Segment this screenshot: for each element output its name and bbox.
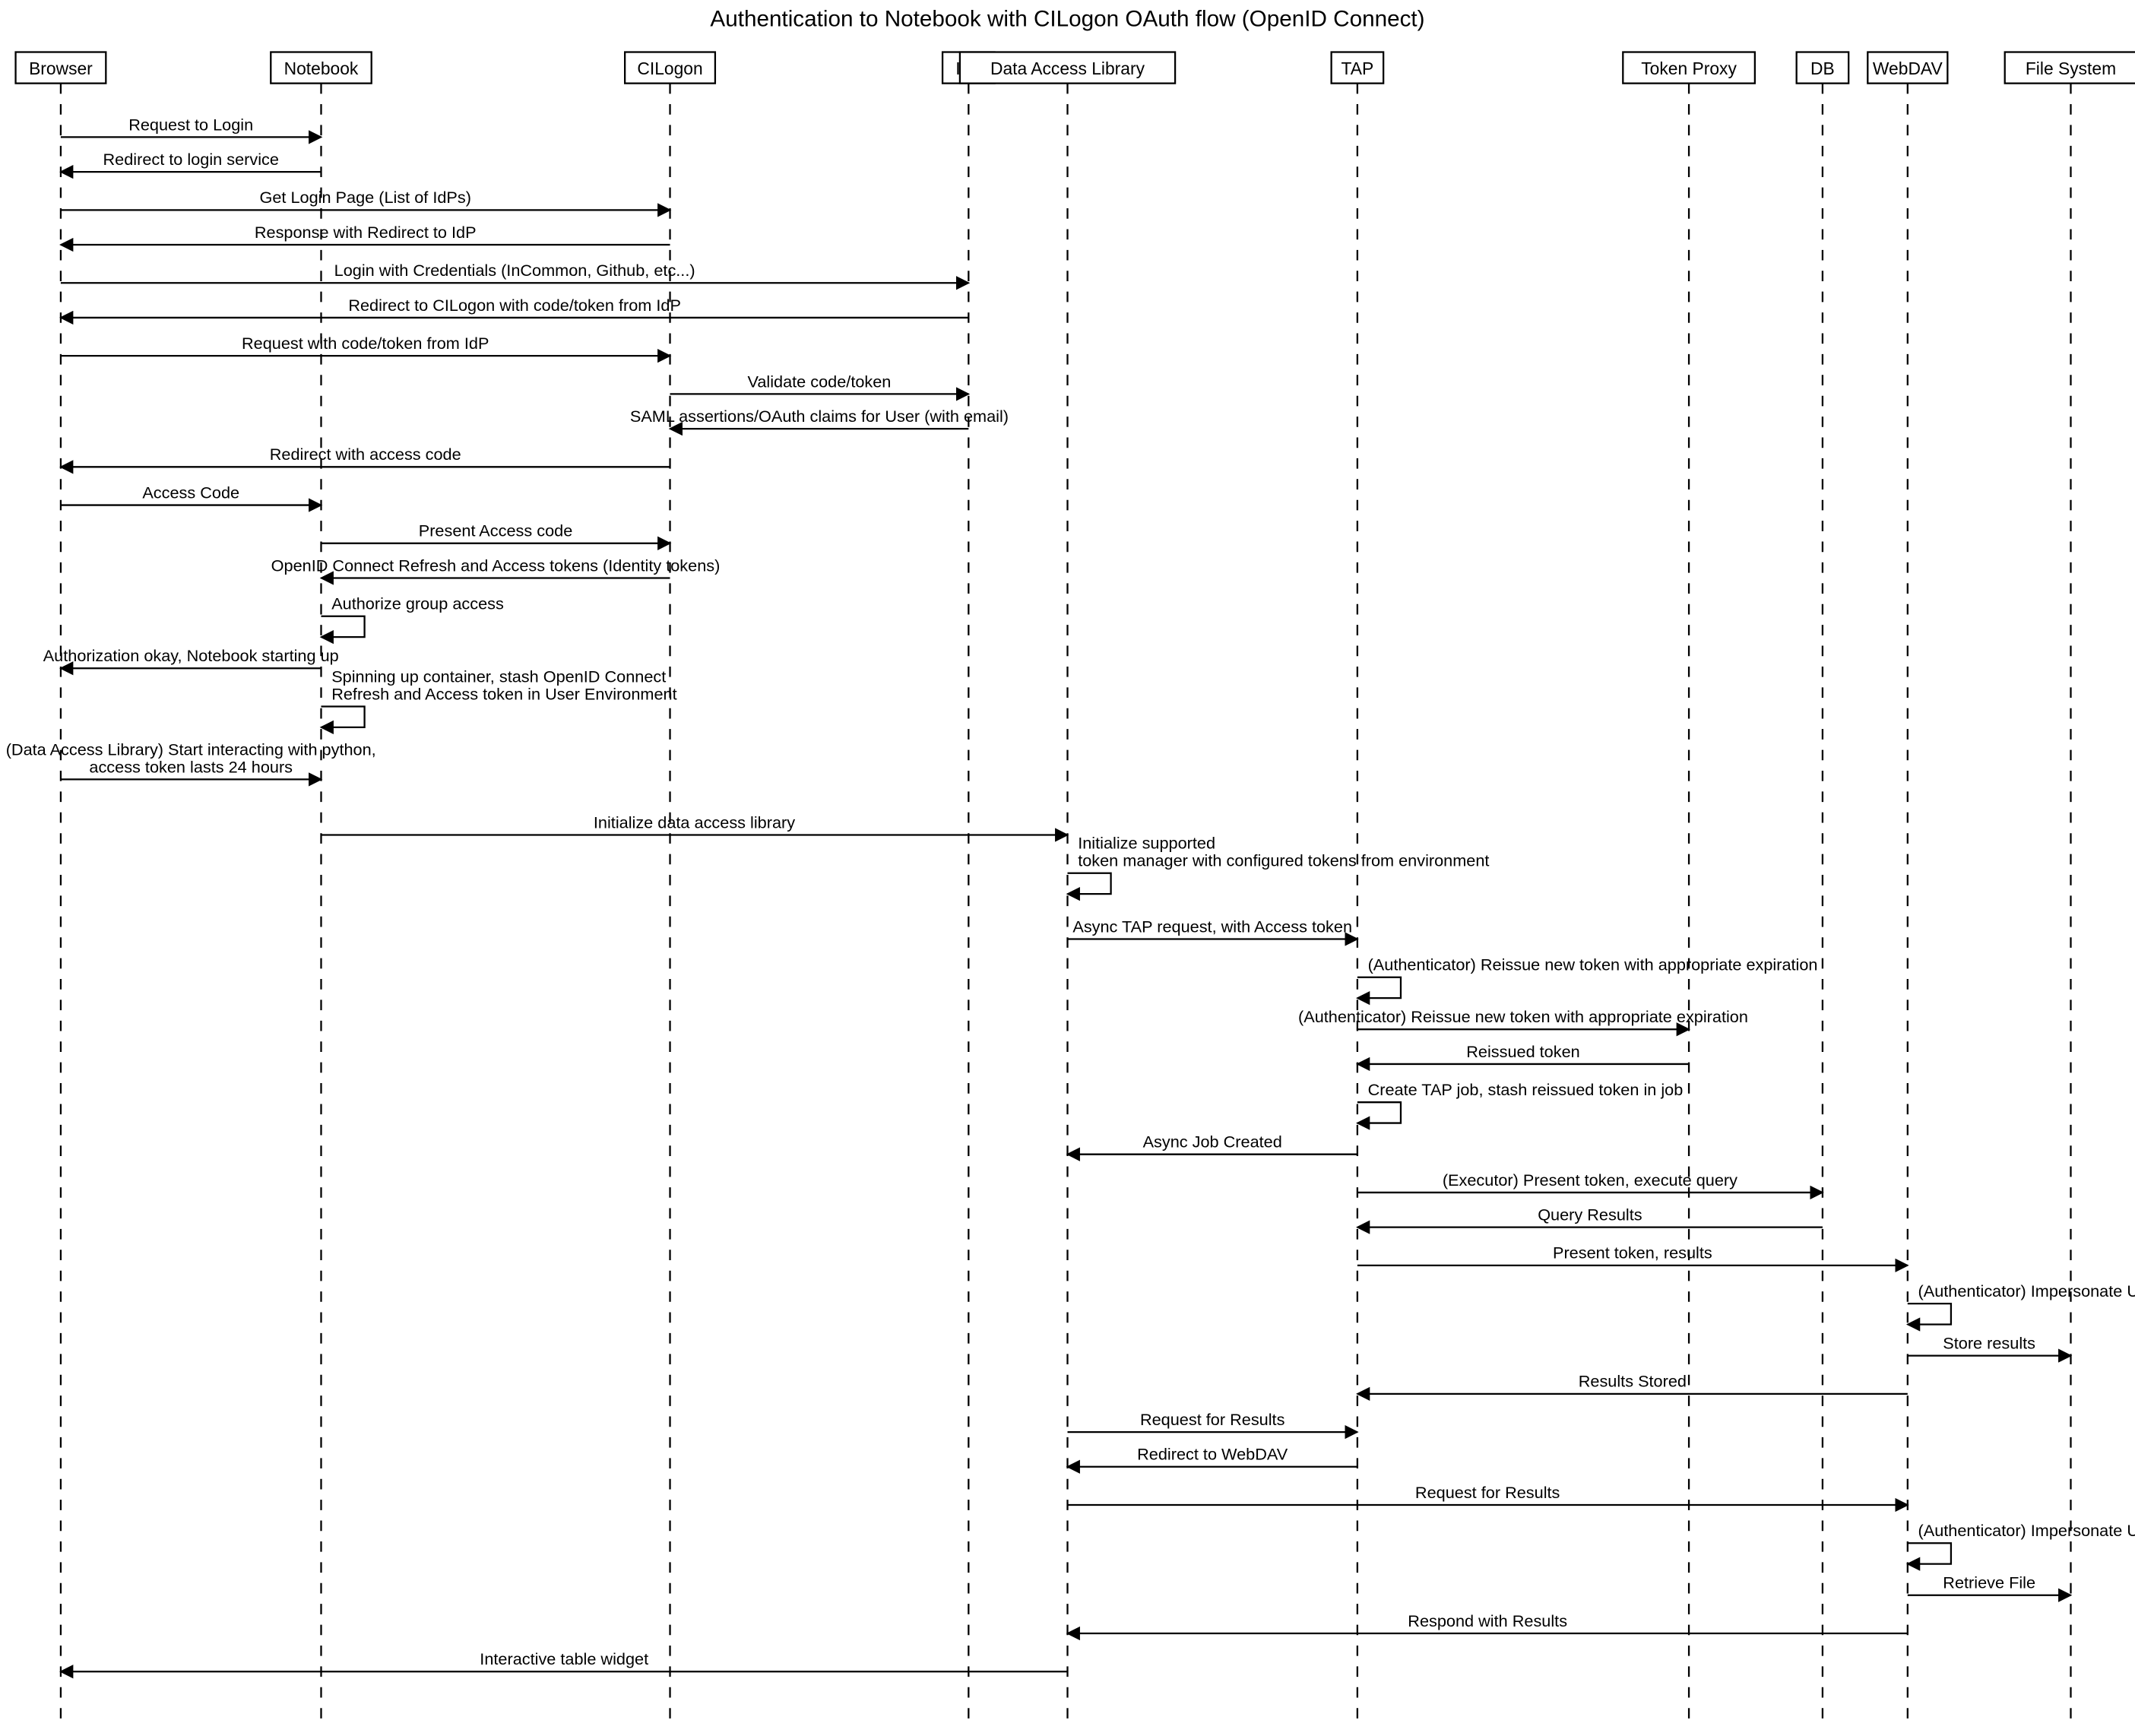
message-33-label: Request for Results xyxy=(1415,1483,1560,1502)
message-23-label: Create TAP job, stash reissued token in … xyxy=(1368,1080,1684,1099)
message-35-label: Retrieve File xyxy=(1943,1573,2035,1592)
message-19-label: Async TAP request, with Access token xyxy=(1072,917,1352,936)
message-15-label-0: Spinning up container, stash OpenID Conn… xyxy=(331,667,666,686)
message-23-arrow xyxy=(1357,1102,1401,1123)
message-15-label-1: Refresh and Access token in User Environ… xyxy=(331,684,676,703)
message-14-label: Authorization okay, Notebook starting up xyxy=(43,646,339,665)
sequence-diagram: Authentication to Notebook with CILogon … xyxy=(0,0,2135,1736)
message-29-label: Store results xyxy=(1943,1333,2035,1352)
message-10-label: Access Code xyxy=(142,483,239,502)
participant-label-db: DB xyxy=(1810,59,1835,78)
message-17-label: Initialize data access library xyxy=(594,813,795,832)
message-16-label-0: (Data Access Library) Start interacting … xyxy=(6,740,376,759)
message-37-label: Interactive table widget xyxy=(480,1649,648,1668)
message-20-label: (Authenticator) Reissue new token with a… xyxy=(1368,955,1818,974)
message-7-label: Validate code/token xyxy=(747,372,891,391)
message-31-label: Request for Results xyxy=(1140,1410,1285,1429)
message-0-label: Request to Login xyxy=(128,115,253,134)
message-12-label: OpenID Connect Refresh and Access tokens… xyxy=(271,556,721,575)
message-15-arrow xyxy=(321,706,364,727)
message-6-label: Request with code/token from IdP xyxy=(242,334,489,353)
message-16-label-1: access token lasts 24 hours xyxy=(89,757,293,776)
message-26-label: Query Results xyxy=(1538,1205,1642,1224)
message-5-label: Redirect to CILogon with code/token from… xyxy=(348,296,681,315)
message-28-arrow xyxy=(1908,1304,1951,1324)
message-34-arrow xyxy=(1908,1543,1951,1563)
message-9-label: Redirect with access code xyxy=(270,445,461,464)
participant-label-tokenproxy: Token Proxy xyxy=(1641,59,1737,78)
participant-label-dal: Data Access Library xyxy=(990,59,1145,78)
diagram-title: Authentication to Notebook with CILogon … xyxy=(710,6,1424,31)
message-30-label: Results Stored xyxy=(1579,1372,1687,1391)
message-11-label: Present Access code xyxy=(419,521,573,540)
message-28-label: (Authenticator) Impersonate User xyxy=(1918,1281,2135,1300)
message-3-label: Response with Redirect to IdP xyxy=(255,223,477,242)
message-13-label: Authorize group access xyxy=(331,594,504,613)
message-18-arrow xyxy=(1068,873,1111,894)
message-21-label: (Authenticator) Reissue new token with a… xyxy=(1298,1007,1748,1026)
message-22-label: Reissued token xyxy=(1466,1042,1580,1061)
message-18-label-1: token manager with configured tokens fro… xyxy=(1078,851,1489,870)
message-18-label-0: Initialize supported xyxy=(1078,834,1215,853)
message-34-label: (Authenticator) Impersonate User xyxy=(1918,1521,2135,1540)
participant-label-browser: Browser xyxy=(29,59,93,78)
message-24-label: Async Job Created xyxy=(1143,1133,1282,1152)
message-27-label: Present token, results xyxy=(1553,1243,1712,1262)
message-1-label: Redirect to login service xyxy=(103,150,278,169)
participant-label-tap: TAP xyxy=(1342,59,1374,78)
participant-label-notebook: Notebook xyxy=(284,59,359,78)
message-36-label: Respond with Results xyxy=(1408,1611,1567,1630)
message-4-label: Login with Credentials (InCommon, Github… xyxy=(334,261,695,280)
message-2-label: Get Login Page (List of IdPs) xyxy=(259,188,470,207)
message-8-label: SAML assertions/OAuth claims for User (w… xyxy=(630,407,1009,426)
message-20-arrow xyxy=(1357,977,1401,998)
message-13-arrow xyxy=(321,616,364,637)
message-32-label: Redirect to WebDAV xyxy=(1137,1445,1288,1464)
participant-label-cilogon: CILogon xyxy=(637,59,702,78)
participant-label-fs: File System xyxy=(2026,59,2116,78)
participant-label-webdav: WebDAV xyxy=(1873,59,1943,78)
message-25-label: (Executor) Present token, execute query xyxy=(1443,1171,1737,1190)
